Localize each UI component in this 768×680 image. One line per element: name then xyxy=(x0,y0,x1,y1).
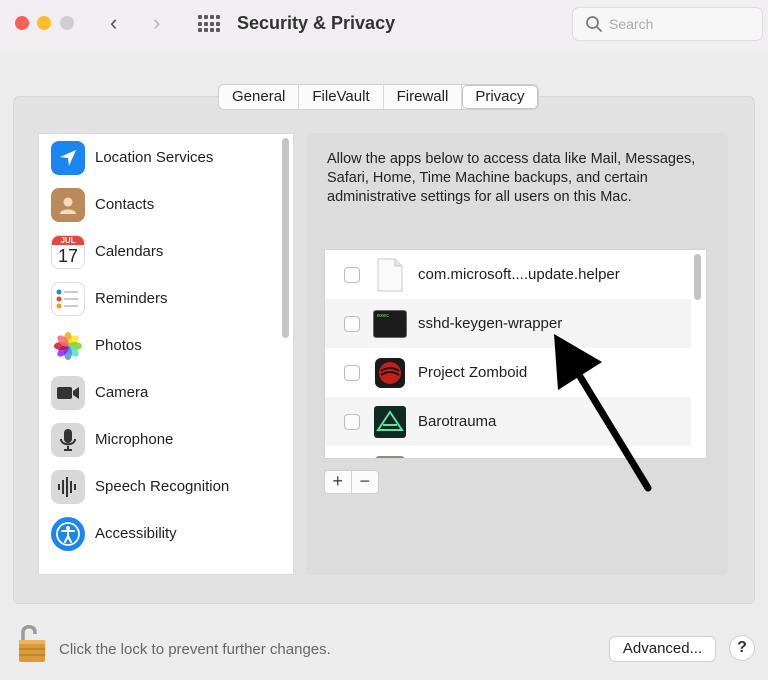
sidebar-item-calendars[interactable]: JUL 17 Calendars xyxy=(39,228,279,275)
sidebar-item-label: Camera xyxy=(95,384,149,401)
sidebar-item-label: Contacts xyxy=(95,196,155,213)
sidebar-item-accessibility[interactable]: Accessibility xyxy=(39,510,279,557)
show-all-grid-icon[interactable] xyxy=(198,15,220,33)
add-remove-control: + − xyxy=(324,470,379,494)
photos-icon xyxy=(51,328,85,363)
project-zomboid-icon xyxy=(372,355,408,391)
unlocked-padlock-icon[interactable] xyxy=(17,622,49,664)
advanced-button[interactable]: Advanced... xyxy=(609,636,716,662)
app-checkbox[interactable] xyxy=(344,364,360,381)
annotation-arrow-icon xyxy=(554,334,652,492)
calendar-icon-day: 17 xyxy=(57,245,79,266)
terminal-icon: exec xyxy=(372,306,408,342)
waveform-icon xyxy=(51,469,85,504)
calendar-icon: JUL 17 xyxy=(51,234,85,269)
app-list-scrollbar[interactable] xyxy=(694,254,701,300)
app-checkbox[interactable] xyxy=(344,266,360,283)
sidebar-item-location-services[interactable]: Location Services xyxy=(39,134,279,181)
zoom-window-button[interactable] xyxy=(60,16,74,30)
permission-description: Allow the apps below to access data like… xyxy=(327,151,696,205)
tab-bar: General FileVault Firewall Privacy xyxy=(218,84,539,110)
search-placeholder: Search xyxy=(609,16,654,32)
sidebar-item-label: Microphone xyxy=(95,431,174,448)
help-button[interactable]: ? xyxy=(729,635,755,661)
partial-app-icon xyxy=(372,453,408,458)
add-app-button[interactable]: + xyxy=(325,471,352,493)
tab-general[interactable]: General xyxy=(219,85,300,109)
sidebar-item-label: Photos xyxy=(95,337,142,354)
title-bar: ‹ › Security & Privacy Search xyxy=(0,0,768,54)
privacy-category-list: Location Services Contacts JUL 17 Calend… xyxy=(38,133,294,575)
app-row-microsoft-update-helper[interactable]: com.microsoft....update.helper xyxy=(325,250,691,299)
tab-privacy[interactable]: Privacy xyxy=(462,85,538,109)
tab-filevault[interactable]: FileVault xyxy=(299,85,384,109)
minimize-window-button[interactable] xyxy=(37,16,51,30)
forward-chevron-icon[interactable]: › xyxy=(153,10,160,36)
app-checkbox[interactable] xyxy=(344,413,360,430)
document-icon xyxy=(372,257,408,293)
sidebar-scrollbar[interactable] xyxy=(282,138,289,338)
window-title: Security & Privacy xyxy=(237,13,396,33)
sidebar-item-label: Location Services xyxy=(95,149,214,166)
sidebar-item-label: Calendars xyxy=(95,243,164,260)
app-name: com.microsoft....update.helper xyxy=(418,266,620,283)
reminders-icon xyxy=(51,281,85,316)
lock-instruction-text: Click the lock to prevent further change… xyxy=(59,641,331,658)
sidebar-item-label: Reminders xyxy=(95,290,168,307)
sidebar-item-contacts[interactable]: Contacts xyxy=(39,181,279,228)
sidebar-item-photos[interactable]: Photos xyxy=(39,322,279,369)
sidebar-item-label: Accessibility xyxy=(95,525,177,542)
sidebar-item-label: Speech Recognition xyxy=(95,478,230,495)
accessibility-icon xyxy=(51,516,85,551)
app-checkbox[interactable] xyxy=(344,315,360,332)
sidebar-item-microphone[interactable]: Microphone xyxy=(39,416,279,463)
camera-icon xyxy=(51,375,85,410)
calendar-icon-month: JUL xyxy=(52,235,84,245)
app-name: Barotrauma xyxy=(418,413,497,430)
sidebar-item-speech-recognition[interactable]: Speech Recognition xyxy=(39,463,279,510)
barotrauma-icon xyxy=(372,404,408,440)
contacts-icon xyxy=(51,187,85,222)
location-arrow-icon xyxy=(51,140,85,175)
app-name: Project Zomboid xyxy=(418,364,528,381)
close-window-button[interactable] xyxy=(15,16,29,30)
back-chevron-icon[interactable]: ‹ xyxy=(110,10,117,36)
remove-app-button[interactable]: − xyxy=(352,471,378,493)
search-field[interactable]: Search xyxy=(572,7,763,41)
tab-firewall[interactable]: Firewall xyxy=(384,85,463,109)
sidebar-item-camera[interactable]: Camera xyxy=(39,369,279,416)
search-icon xyxy=(586,16,602,32)
microphone-icon xyxy=(51,422,85,457)
terminal-icon-text: exec xyxy=(377,312,390,319)
sidebar-item-reminders[interactable]: Reminders xyxy=(39,275,279,322)
